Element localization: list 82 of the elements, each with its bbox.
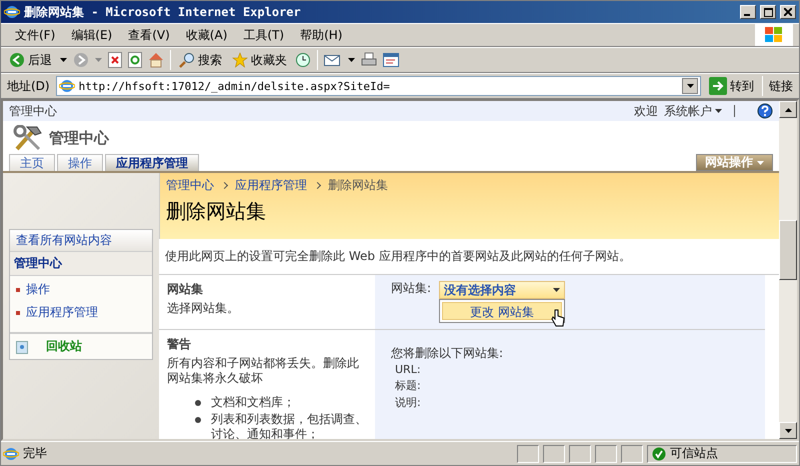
warning-text: 所有内容和子网站都将丢失。删除此网站集将永久破坏 bbox=[167, 356, 360, 386]
field-label: 说明: bbox=[394, 395, 422, 410]
view-all-link[interactable]: 查看所有网站内容 bbox=[10, 230, 152, 252]
mail-icon[interactable] bbox=[324, 53, 342, 67]
menu-item[interactable]: 工具(T) bbox=[235, 24, 292, 46]
window-title: 删除网站集 - Microsoft Internet Explorer bbox=[24, 4, 302, 20]
edit-icon[interactable] bbox=[383, 52, 399, 68]
scrollbar[interactable] bbox=[779, 101, 797, 439]
maximize-icon bbox=[764, 8, 772, 16]
field-label: 网站集: bbox=[391, 281, 432, 296]
status-panel bbox=[517, 444, 539, 462]
caret-icon[interactable] bbox=[348, 58, 355, 62]
printer-icon[interactable] bbox=[361, 52, 377, 68]
back-button[interactable]: 后退 bbox=[7, 52, 54, 68]
field-label: 标题: bbox=[394, 378, 422, 393]
site-title: 管理中心 bbox=[49, 128, 109, 148]
welcome-text: 欢迎 bbox=[634, 102, 658, 120]
address-field[interactable]: http://hfsoft:17012/_admin/delsite.aspx?SiteId= bbox=[56, 76, 701, 96]
bullet-icon bbox=[195, 400, 201, 406]
tools-icon bbox=[13, 125, 43, 151]
nav-tab[interactable]: 操作 bbox=[57, 154, 103, 171]
menu-item[interactable]: 帮助(H) bbox=[292, 24, 350, 46]
zone-text: 可信站点 bbox=[670, 445, 718, 462]
status-text: 完毕 bbox=[23, 445, 48, 462]
menu-item[interactable]: 收藏(A) bbox=[178, 24, 236, 46]
favorites-button[interactable]: 收藏夹 bbox=[230, 52, 289, 68]
browser-icon bbox=[58, 78, 75, 94]
menu-item[interactable]: 查看(V) bbox=[120, 24, 178, 46]
down-arrow-icon bbox=[784, 428, 792, 432]
go-button[interactable]: 转到 bbox=[707, 77, 756, 95]
status-panel bbox=[543, 444, 565, 462]
status-panel bbox=[569, 444, 591, 462]
bullet-item: 文档和文档库； bbox=[211, 395, 295, 410]
nav-item[interactable]: 操作 bbox=[10, 278, 152, 301]
stop-icon[interactable] bbox=[108, 52, 122, 68]
status-panel bbox=[595, 444, 617, 462]
close-icon bbox=[784, 8, 792, 16]
home-icon[interactable] bbox=[148, 52, 164, 68]
history-icon[interactable] bbox=[295, 52, 311, 68]
recycle-bin-link[interactable]: 回收站 bbox=[10, 334, 152, 359]
site-collection-dropdown[interactable]: 没有选择内容 bbox=[439, 281, 566, 299]
browser-icon bbox=[4, 4, 20, 20]
status-panel bbox=[621, 444, 643, 462]
breadcrumb-current: 删除网站集 bbox=[328, 177, 388, 194]
nav-tab[interactable]: 主页 bbox=[9, 154, 55, 171]
scroll-thumb[interactable] bbox=[779, 220, 797, 280]
star-icon bbox=[232, 52, 248, 68]
scroll-up-button[interactable] bbox=[779, 101, 797, 118]
page-title: 删除网站集 bbox=[166, 198, 267, 225]
site-link[interactable]: 管理中心 bbox=[9, 102, 57, 120]
dropdown-button[interactable] bbox=[682, 78, 698, 94]
bullet-icon bbox=[195, 417, 201, 423]
caret-icon bbox=[686, 84, 694, 88]
section-heading: 网站集 bbox=[167, 281, 204, 298]
nav-heading[interactable]: 管理中心 bbox=[10, 252, 152, 276]
breadcrumb-link[interactable]: 应用程序管理 bbox=[235, 177, 307, 194]
browser-icon bbox=[3, 446, 19, 462]
caret-icon bbox=[715, 109, 722, 113]
delete-heading: 您将删除以下网站集: bbox=[391, 346, 504, 361]
maximize-button[interactable] bbox=[760, 5, 776, 19]
user-menu[interactable]: 系统帐户 bbox=[664, 102, 722, 120]
check-icon bbox=[652, 446, 666, 460]
close-button[interactable] bbox=[780, 5, 796, 19]
breadcrumb-link[interactable]: 管理中心 bbox=[166, 177, 214, 194]
nav-tab[interactable]: 应用程序管理 bbox=[105, 154, 199, 171]
field-label: URL: bbox=[394, 363, 422, 376]
links-label[interactable]: 链接 bbox=[769, 78, 793, 94]
caret-icon bbox=[553, 288, 560, 292]
minimize-button[interactable] bbox=[740, 5, 756, 19]
section-heading: 警告 bbox=[167, 336, 192, 353]
section-help: 选择网站集。 bbox=[167, 301, 240, 316]
search-icon bbox=[179, 52, 195, 68]
caret-icon[interactable] bbox=[60, 58, 67, 62]
up-arrow-icon bbox=[784, 108, 792, 112]
help-icon[interactable] bbox=[757, 103, 773, 119]
caret-icon bbox=[757, 160, 764, 164]
scroll-down-button[interactable] bbox=[779, 422, 797, 439]
search-button[interactable]: 搜索 bbox=[177, 52, 224, 68]
nav-item[interactable]: 应用程序管理 bbox=[10, 301, 152, 324]
menu-item[interactable]: 文件(F) bbox=[7, 24, 64, 46]
menu-item[interactable]: 编辑(E) bbox=[63, 24, 120, 46]
address-label: 地址(D) bbox=[7, 78, 50, 94]
